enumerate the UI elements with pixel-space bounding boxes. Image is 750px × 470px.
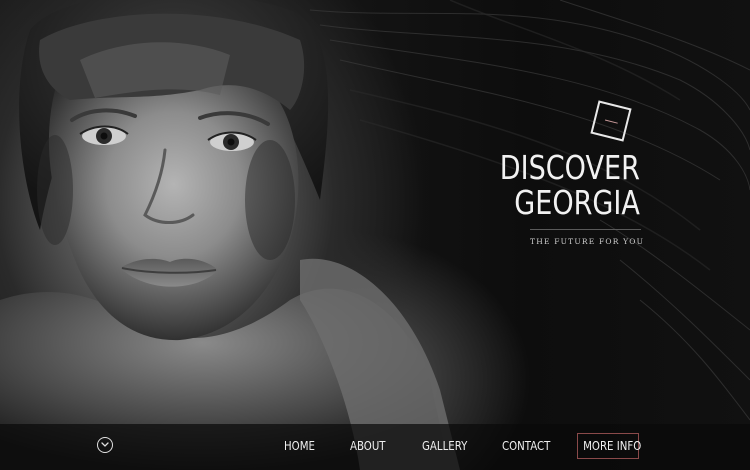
- hero-divider: [530, 229, 641, 230]
- hair-strands-decoration: [309, 0, 750, 421]
- hero-title: DISCOVER GEORGIA: [500, 150, 640, 220]
- hero-section: DISCOVER GEORGIA THE FUTURE FOR YOU HOME…: [0, 0, 750, 470]
- bottom-navbar: HOME ABOUT GALLERY CONTACT MORE INFO: [0, 424, 750, 470]
- nav-contact-link[interactable]: CONTACT: [502, 439, 550, 453]
- nav-home-link[interactable]: HOME: [284, 439, 315, 453]
- more-info-button[interactable]: MORE INFO: [577, 433, 642, 459]
- nav-about-link[interactable]: ABOUT: [350, 439, 386, 453]
- more-info-label: MORE INFO: [583, 439, 642, 453]
- nav-gallery-link[interactable]: GALLERY: [422, 439, 467, 453]
- logo-accent-line: [604, 119, 618, 124]
- chevron-down-circle-icon[interactable]: [97, 437, 113, 453]
- hero-title-line1: DISCOVER: [499, 148, 640, 187]
- hero-title-line2: GEORGIA: [514, 183, 640, 222]
- hero-subtitle: THE FUTURE FOR YOU: [530, 237, 645, 246]
